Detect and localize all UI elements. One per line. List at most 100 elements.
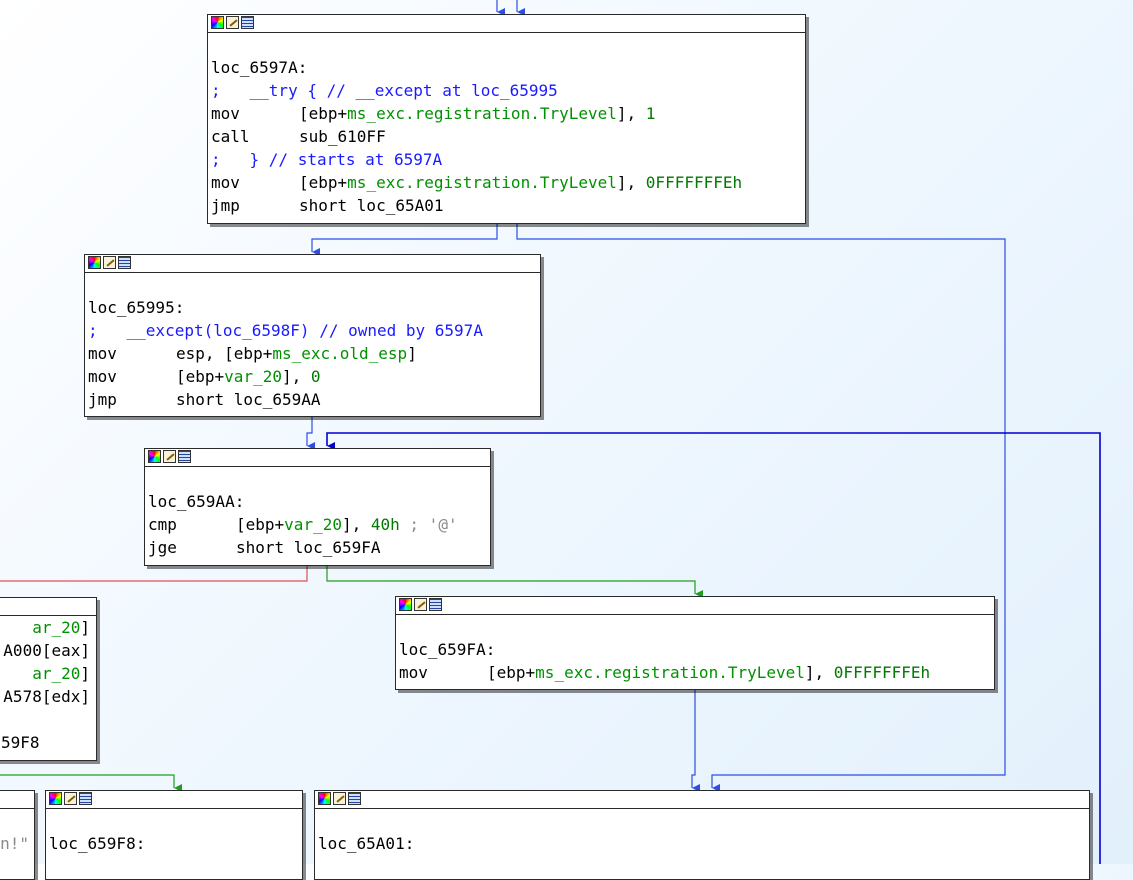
block-body[interactable]: loc_659F8:: [46, 809, 302, 855]
graph-icon[interactable]: [399, 598, 412, 611]
mnemonic: mov: [211, 173, 240, 192]
list-icon[interactable]: [241, 16, 254, 29]
list-icon[interactable]: [118, 256, 131, 269]
block-header[interactable]: [0, 791, 34, 809]
block-body[interactable]: loc_65995: ; __except(loc_6598F) // owned…: [85, 273, 540, 411]
block-partial-left[interactable]: ar_20] A000[eax] ar_20] A578[edx] 59F8: [0, 597, 97, 761]
block-loc-659F8[interactable]: loc_659F8:: [45, 790, 303, 880]
operand: sub_610FF: [299, 127, 386, 146]
immediate: 1: [645, 104, 656, 123]
mnemonic: mov: [88, 344, 117, 363]
mnemonic: mov: [211, 104, 240, 123]
edge-to-659F8: [0, 774, 182, 792]
edge-659FA-to-65A01: [691, 690, 700, 792]
mnemonic: jmp: [211, 196, 240, 215]
variable: var_20: [224, 367, 282, 386]
block-header[interactable]: [85, 255, 540, 273]
code-line[interactable]: mov esp, [ebp+ms_exc.old_esp]: [88, 342, 537, 365]
block-loc-659FA[interactable]: loc_659FA: mov [ebp+ms_exc.registration.Tr…: [395, 596, 995, 690]
code-line[interactable]: 59F8: [0, 731, 93, 754]
list-icon[interactable]: [79, 792, 92, 805]
pencil-icon[interactable]: [226, 16, 239, 29]
graph-icon[interactable]: [318, 792, 331, 805]
immediate: 0FFFFFFFEh: [645, 173, 743, 192]
variable: ar_20: [32, 618, 81, 637]
code-label[interactable]: loc_65995:: [88, 296, 537, 319]
code-line[interactable]: call sub_610FF: [211, 125, 802, 148]
code-line[interactable]: ar_20]: [0, 662, 93, 685]
mnemonic: cmp: [148, 515, 177, 534]
code-label[interactable]: loc_659AA:: [148, 490, 487, 513]
code-label[interactable]: loc_65A01:: [318, 832, 1086, 855]
mnemonic: jmp: [88, 390, 117, 409]
operand: short loc_659AA: [176, 390, 321, 409]
pencil-icon[interactable]: [64, 792, 77, 805]
code-line[interactable]: mov [ebp+ms_exc.registration.TryLevel], 0…: [211, 171, 802, 194]
list-icon[interactable]: [348, 792, 361, 805]
block-body[interactable]: loc_659FA: mov [ebp+ms_exc.registration.Tr…: [396, 615, 994, 684]
code-label[interactable]: loc_659FA:: [399, 638, 991, 661]
edge-6597A-to-65995: [311, 224, 498, 256]
code-line[interactable]: jmp short loc_659AA: [88, 388, 537, 411]
mnemonic: call: [211, 127, 250, 146]
edge-6597A-to-65A01: [516, 224, 1006, 792]
block-body[interactable]: ar_20] A000[eax] ar_20] A578[edx] 59F8: [0, 616, 96, 754]
operand: A578[edx]: [3, 687, 90, 706]
pencil-icon[interactable]: [414, 598, 427, 611]
list-icon[interactable]: [178, 450, 191, 463]
variable: ms_exc.registration.TryLevel: [347, 173, 617, 192]
mnemonic: mov: [88, 367, 117, 386]
code-line[interactable]: ar_20]: [0, 616, 93, 639]
immediate: 40h: [370, 515, 400, 534]
block-loc-65A01[interactable]: loc_65A01:: [314, 790, 1090, 880]
code-line[interactable]: cmp [ebp+var_20], 40h ; '@': [148, 513, 487, 536]
block-header[interactable]: [315, 791, 1089, 809]
variable: ms_exc.registration.TryLevel: [535, 663, 805, 682]
code-line[interactable]: n!": [0, 832, 31, 855]
pencil-icon[interactable]: [333, 792, 346, 805]
code-label[interactable]: loc_659F8:: [49, 832, 299, 855]
variable: ms_exc.old_esp: [272, 344, 408, 363]
block-body[interactable]: loc_65A01:: [315, 809, 1089, 855]
code-line[interactable]: jmp short loc_65A01: [211, 194, 802, 217]
block-header[interactable]: [0, 598, 96, 616]
list-icon[interactable]: [429, 598, 442, 611]
code-line[interactable]: ; __except(loc_6598F) // owned by 6597A: [88, 319, 537, 342]
code-line[interactable]: A000[eax]: [0, 639, 93, 662]
block-partial-small[interactable]: n!": [0, 790, 35, 880]
block-body[interactable]: n!": [0, 809, 34, 855]
code-line[interactable]: A578[edx]: [0, 685, 93, 708]
edge-65995-to-659AA: [306, 417, 315, 450]
pencil-icon[interactable]: [103, 256, 116, 269]
block-header[interactable]: [208, 15, 805, 33]
graph-icon[interactable]: [148, 450, 161, 463]
code-line[interactable]: ; } // starts at 6597A: [211, 148, 802, 171]
graph-icon[interactable]: [88, 256, 101, 269]
operand: short loc_65A01: [299, 196, 444, 215]
block-header[interactable]: [145, 449, 490, 467]
operand: A000[eax]: [3, 641, 90, 660]
operand: short loc_659FA: [236, 538, 381, 557]
comment: ; __try { // __except at loc_65995: [211, 81, 558, 100]
variable: var_20: [284, 515, 342, 534]
graph-icon[interactable]: [211, 16, 224, 29]
block-loc-659AA[interactable]: loc_659AA: cmp [ebp+var_20], 40h ; '@' jge s…: [144, 448, 491, 566]
variable: ms_exc.registration.TryLevel: [347, 104, 617, 123]
block-body[interactable]: loc_6597A: ; __try { // __except at loc_6…: [208, 33, 805, 217]
code-line[interactable]: mov [ebp+var_20], 0: [88, 365, 537, 388]
block-header[interactable]: [396, 597, 994, 615]
string-literal: n!": [0, 834, 29, 853]
graph-icon[interactable]: [49, 792, 62, 805]
pencil-icon[interactable]: [163, 450, 176, 463]
operand: 59F8: [1, 733, 40, 752]
code-label[interactable]: loc_6597A:: [211, 56, 802, 79]
block-header[interactable]: [46, 791, 302, 809]
block-loc-65995[interactable]: loc_65995: ; __except(loc_6598F) // owned…: [84, 254, 541, 417]
code-line[interactable]: ; __try { // __except at loc_65995: [211, 79, 802, 102]
block-body[interactable]: loc_659AA: cmp [ebp+var_20], 40h ; '@' jge s…: [145, 467, 490, 559]
code-line[interactable]: mov [ebp+ms_exc.registration.TryLevel], 0…: [399, 661, 991, 684]
block-loc-6597A[interactable]: loc_6597A: ; __try { // __except at loc_6…: [207, 14, 806, 224]
comment: ; } // starts at 6597A: [211, 150, 443, 169]
code-line[interactable]: mov [ebp+ms_exc.registration.TryLevel], 1: [211, 102, 802, 125]
code-line[interactable]: jge short loc_659FA: [148, 536, 487, 559]
